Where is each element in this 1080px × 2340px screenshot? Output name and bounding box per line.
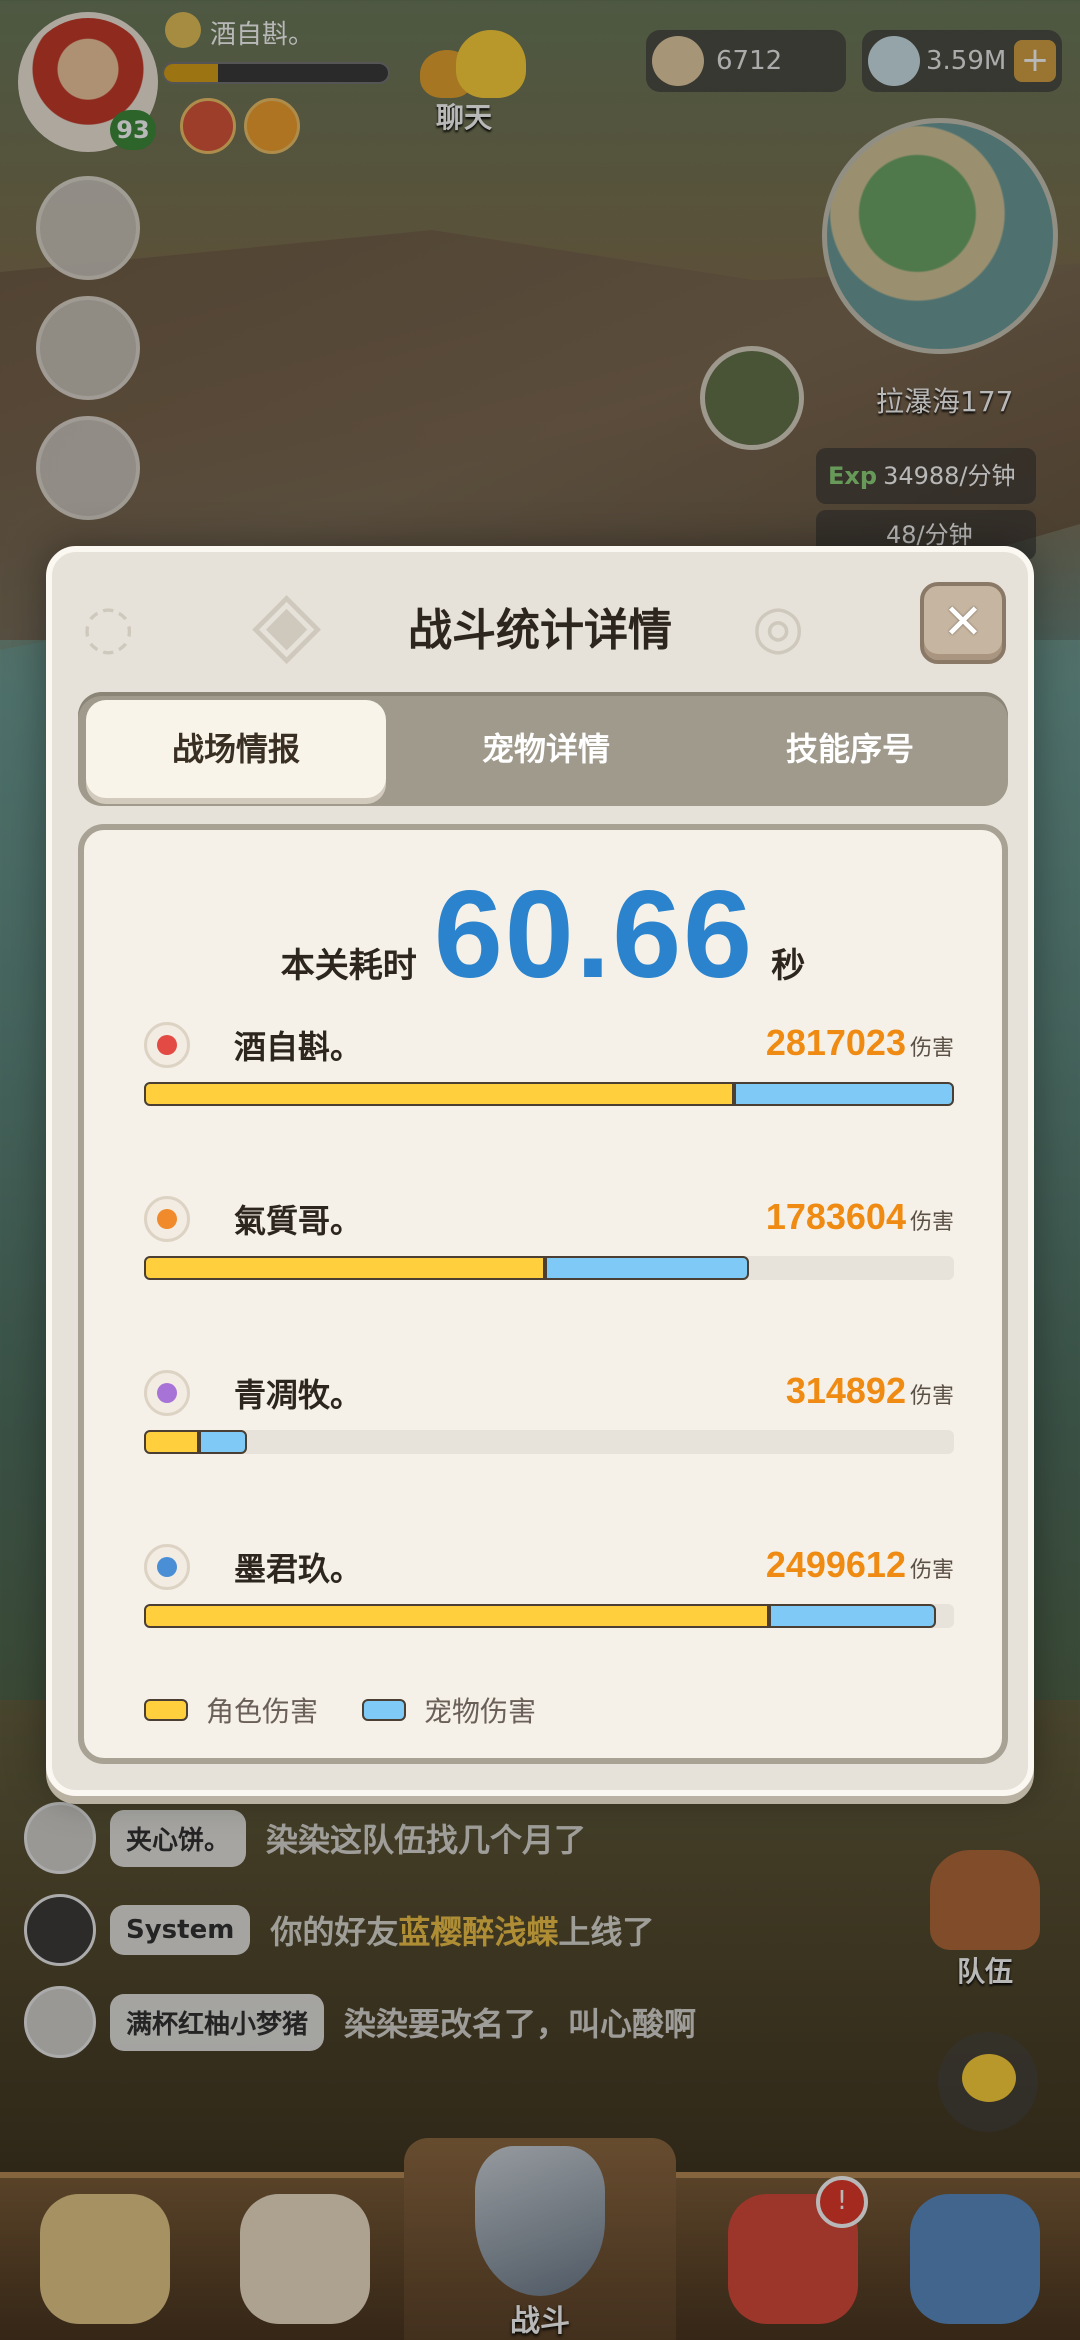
blue-class-icon [144, 1544, 190, 1590]
pet-damage-segment [199, 1430, 247, 1454]
legend-pet-label: 宠物伤害 [424, 1695, 537, 1728]
legend-swatch-role [144, 1699, 188, 1721]
role-damage-segment [144, 1082, 735, 1106]
damage-bar [144, 1430, 954, 1454]
time-unit: 秒 [771, 946, 806, 986]
player-damage-row: 青凋牧。 314892 伤害 [144, 1370, 954, 1470]
damage-bar [144, 1604, 954, 1628]
time-label: 本关耗时 [280, 946, 417, 986]
battle-info-panel: 本关耗时 60.66 秒 酒自斟。 2817023 伤害 氣質哥。 1783604… [78, 824, 1008, 1764]
role-damage-segment [144, 1604, 769, 1628]
damage-value: 2817023 [765, 1022, 906, 1063]
role-damage-segment [144, 1430, 200, 1454]
player-name: 青凋牧。 [234, 1376, 363, 1414]
damage-value: 314892 [785, 1370, 906, 1411]
player-damage-row: 氣質哥。 1783604 伤害 [144, 1196, 954, 1296]
tab-bar: 战场情报 宠物详情 技能序号 [78, 692, 1008, 806]
pet-damage-segment [768, 1604, 937, 1628]
modal-title: 战斗统计详情 [408, 605, 672, 656]
legend-swatch-pet [362, 1699, 407, 1721]
damage-bar [144, 1256, 954, 1280]
close-button[interactable]: ✕ [920, 582, 1006, 664]
damage-value: 1783604 [765, 1196, 906, 1237]
role-damage-segment [144, 1256, 545, 1280]
player-damage-row: 墨君玖。 2499612 伤害 [144, 1544, 954, 1644]
orange-class-icon [144, 1196, 190, 1242]
battle-stats-modal: ◌ ◈ ◎ 战斗统计详情 ✕ 战场情报 宠物详情 技能序号 本关耗时 60.66… [46, 546, 1034, 1796]
damage-value: 2499612 [765, 1544, 906, 1585]
player-name: 酒自斟。 [234, 1028, 363, 1066]
tab-pet-details[interactable]: 宠物详情 [396, 700, 696, 798]
stage-time: 本关耗时 60.66 秒 [84, 864, 1002, 1006]
time-value: 60.66 [433, 866, 755, 1004]
damage-legend: 角色伤害 宠物伤害 [144, 1690, 580, 1730]
legend-role-label: 角色伤害 [206, 1695, 319, 1728]
player-damage-row: 酒自斟。 2817023 伤害 [144, 1022, 954, 1122]
red-class-icon [144, 1022, 190, 1068]
player-name: 氣質哥。 [234, 1202, 363, 1240]
purple-class-icon [144, 1370, 190, 1416]
damage-bar [144, 1082, 954, 1106]
tab-skill-order[interactable]: 技能序号 [700, 700, 1000, 798]
pet-damage-segment [734, 1082, 954, 1106]
tab-battlefield-info[interactable]: 战场情报 [86, 700, 386, 798]
player-name: 墨君玖。 [234, 1550, 363, 1588]
pet-damage-segment [544, 1256, 750, 1280]
